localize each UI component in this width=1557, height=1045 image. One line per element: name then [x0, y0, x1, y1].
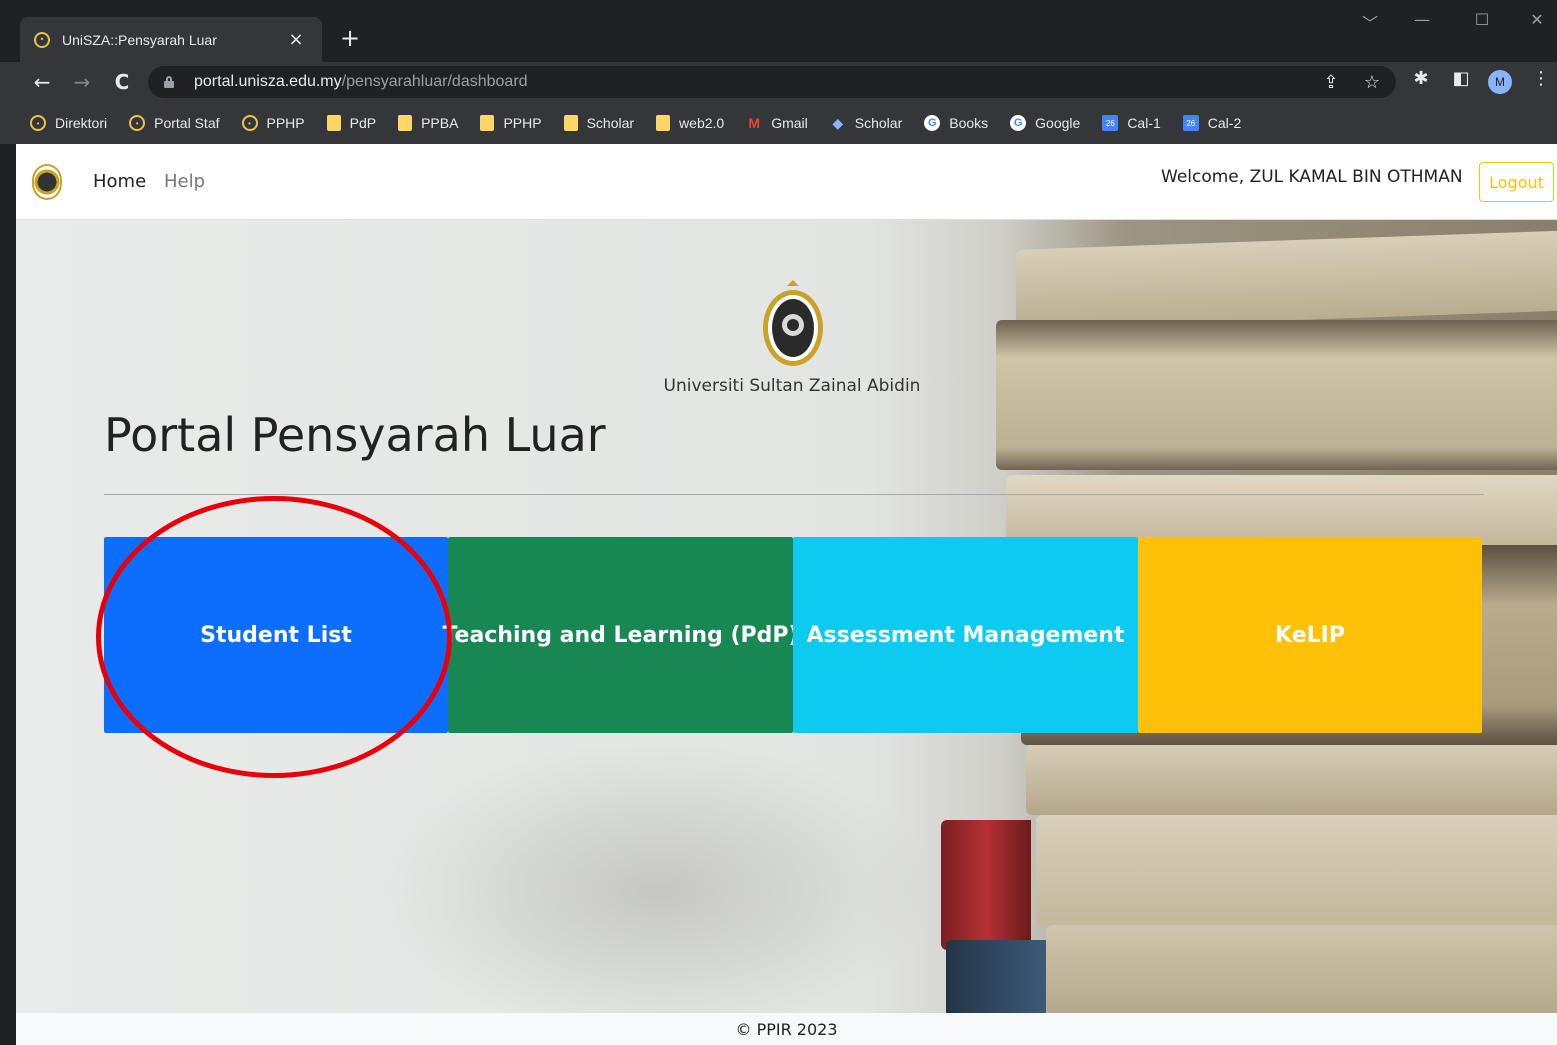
folder-icon	[563, 115, 578, 131]
bookmark-cal-1[interactable]: 26 Cal-1	[1102, 115, 1161, 131]
bookmark-scholar[interactable]: ◆ Scholar	[830, 114, 902, 132]
unisza-icon: •	[241, 115, 258, 131]
lock-icon	[164, 76, 174, 88]
teaching-learning-tile[interactable]: Teaching and Learning (PdP)	[442, 537, 799, 733]
unisza-icon: •	[129, 115, 146, 131]
bookmark-pdp[interactable]: PdP	[326, 115, 376, 131]
close-window-button[interactable]: ✕	[1522, 10, 1552, 29]
browser-tab[interactable]: • UniSZA::Pensyarah Luar ×	[20, 17, 322, 62]
unisza-favicon-icon: •	[34, 31, 50, 48]
page-footer: © PPIR 2023	[16, 1013, 1557, 1045]
book-illustration	[946, 940, 1046, 1013]
student-list-tile[interactable]: Student List	[104, 537, 448, 733]
unisza-crest-icon	[763, 280, 823, 366]
new-tab-button[interactable]: +	[336, 24, 364, 52]
site-navbar: Home Help Welcome, ZUL KAMAL BIN OTHMAN …	[16, 144, 1557, 220]
gmail-icon: M	[748, 115, 761, 131]
forward-arrow-icon[interactable]: →	[68, 68, 96, 96]
browser-window: • UniSZA::Pensyarah Luar × + ﹀ — ☐ ✕ ← →…	[0, 0, 1557, 1045]
browser-toolbar: ← → C portal.unisza.edu.my/pensyarahluar…	[0, 62, 1557, 102]
logout-button[interactable]: Logout	[1479, 162, 1554, 202]
scholar-icon: ◆	[832, 114, 844, 131]
tab-strip: • UniSZA::Pensyarah Luar × + ﹀ — ☐ ✕	[0, 0, 1557, 62]
bookmark-star-icon[interactable]: ☆	[1359, 72, 1385, 93]
university-name: Universiti Sultan Zainal Abidin	[663, 376, 921, 396]
url-path: /pensyarahluar/dashboard	[341, 73, 528, 90]
assessment-management-tile[interactable]: Assessment Management	[793, 537, 1138, 733]
page-title: Portal Pensyarah Luar	[104, 408, 606, 462]
folder-icon	[480, 115, 495, 131]
bookmark-gmail[interactable]: M Gmail	[746, 115, 807, 131]
book-illustration	[1036, 815, 1557, 925]
book-illustration	[1016, 230, 1557, 330]
folder-icon	[398, 115, 413, 131]
bookmark-pphp-folder[interactable]: PPHP	[480, 115, 542, 131]
nav-home-link[interactable]: Home	[93, 171, 146, 192]
bookmark-portal-staf[interactable]: • Portal Staf	[129, 115, 220, 131]
extensions-puzzle-icon[interactable]: ✱	[1408, 68, 1434, 89]
menu-kebab-icon[interactable]: ⋮	[1528, 68, 1554, 89]
bookmark-google[interactable]: G Google	[1010, 115, 1080, 131]
folder-icon	[656, 115, 671, 131]
calendar-icon: 26	[1102, 115, 1119, 131]
folder-icon	[326, 115, 341, 131]
share-icon[interactable]: ⇪	[1318, 72, 1344, 93]
bookmark-pphp[interactable]: • PPHP	[241, 115, 305, 131]
hero-section: Universiti Sultan Zainal Abidin Portal P…	[16, 220, 1557, 1013]
bookmarks-bar: • Direktori • Portal Staf • PPHP PdP PPBA P…	[0, 102, 1557, 144]
book-illustration	[1046, 925, 1557, 1013]
unisza-logo-icon[interactable]	[32, 164, 62, 200]
tab-search-icon[interactable]: ﹀	[1355, 10, 1385, 34]
welcome-text: Welcome, ZUL KAMAL BIN OTHMAN	[1161, 167, 1463, 187]
title-divider	[104, 494, 1484, 495]
book-illustration	[1026, 745, 1557, 815]
book-illustration	[1006, 475, 1557, 545]
address-bar[interactable]: portal.unisza.edu.my/pensyarahluar/dashb…	[148, 66, 1396, 98]
background-blur	[376, 740, 936, 1013]
reload-icon[interactable]: C	[108, 68, 136, 96]
page-viewport: Home Help Welcome, ZUL KAMAL BIN OTHMAN …	[16, 144, 1557, 1045]
kelip-tile[interactable]: KeLIP	[1138, 537, 1482, 733]
minimize-button[interactable]: —	[1407, 10, 1437, 29]
side-panel-icon[interactable]: ◧	[1448, 68, 1474, 89]
calendar-icon: 26	[1182, 115, 1199, 131]
bookmark-direktori[interactable]: • Direktori	[30, 115, 107, 131]
bookmark-books[interactable]: G Books	[924, 115, 988, 131]
book-illustration	[941, 820, 1031, 950]
bookmark-scholar-folder[interactable]: Scholar	[563, 115, 634, 131]
nav-help-link[interactable]: Help	[164, 171, 205, 192]
tab-title: UniSZA::Pensyarah Luar	[62, 31, 217, 48]
profile-avatar[interactable]: M	[1488, 70, 1512, 94]
bookmark-ppba[interactable]: PPBA	[398, 115, 458, 131]
maximize-button[interactable]: ☐	[1467, 10, 1497, 29]
bookmark-web20[interactable]: web2.0	[656, 115, 724, 131]
bookmark-cal-2[interactable]: 26 Cal-2	[1182, 115, 1241, 131]
tab-close-icon[interactable]: ×	[284, 29, 308, 50]
unisza-icon: •	[30, 115, 46, 131]
book-illustration	[996, 320, 1557, 470]
google-icon: G	[924, 115, 941, 131]
back-arrow-icon[interactable]: ←	[28, 68, 56, 96]
google-icon: G	[1010, 115, 1027, 131]
url-host: portal.unisza.edu.my	[194, 73, 342, 90]
